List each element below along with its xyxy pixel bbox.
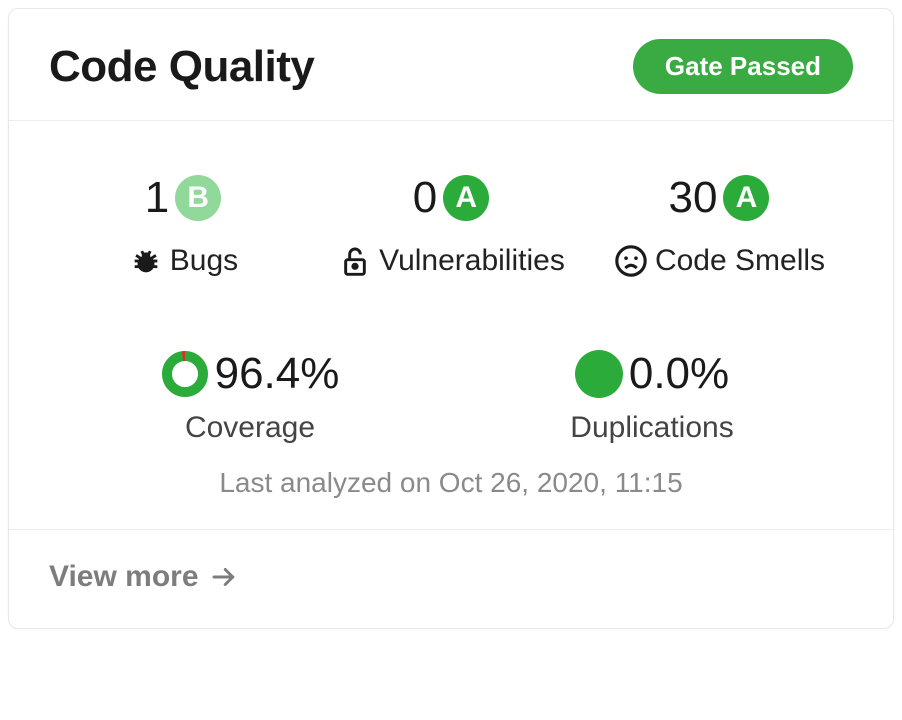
bugs-value: 1 xyxy=(145,173,169,223)
coverage-donut-icon xyxy=(161,350,209,398)
view-more-link[interactable]: View more xyxy=(49,560,239,594)
code-smells-label: Code Smells xyxy=(655,244,825,278)
card-footer: View more xyxy=(9,529,893,628)
code-smells-grade-badge: A xyxy=(723,175,769,221)
duplications-value: 0.0% xyxy=(629,349,729,399)
code-smells-value: 30 xyxy=(669,173,718,223)
metric-code-smells[interactable]: 30 A Code Smells xyxy=(585,171,853,279)
coverage-value: 96.4% xyxy=(215,349,340,399)
arrow-right-icon xyxy=(209,562,239,592)
vulnerabilities-value: 0 xyxy=(413,173,437,223)
coverage-label: Coverage xyxy=(185,411,315,445)
lock-open-icon xyxy=(337,243,373,279)
gate-passed-badge: Gate Passed xyxy=(633,39,853,94)
view-more-label: View more xyxy=(49,560,199,594)
metric-coverage[interactable]: 96.4% Coverage xyxy=(49,349,451,445)
vulnerabilities-grade-badge: A xyxy=(443,175,489,221)
last-analyzed-text: Last analyzed on Oct 26, 2020, 11:15 xyxy=(49,467,853,499)
vulnerabilities-label: Vulnerabilities xyxy=(379,244,565,278)
metric-bugs[interactable]: 1 B xyxy=(49,171,317,279)
duplications-label: Duplications xyxy=(570,411,733,445)
metrics-row-bottom: 96.4% Coverage 0.0% Duplications xyxy=(49,349,853,445)
card-body: 1 B xyxy=(9,121,893,529)
card-title: Code Quality xyxy=(49,42,314,92)
card-header: Code Quality Gate Passed xyxy=(9,9,893,121)
bugs-label: Bugs xyxy=(170,244,238,278)
bug-icon xyxy=(128,243,164,279)
metric-vulnerabilities[interactable]: 0 A Vulnerabilities xyxy=(317,171,585,279)
code-quality-card: Code Quality Gate Passed 1 B xyxy=(8,8,894,629)
metrics-row-top: 1 B xyxy=(49,171,853,279)
frown-icon xyxy=(613,243,649,279)
duplications-circle-icon xyxy=(575,350,623,398)
metric-duplications[interactable]: 0.0% Duplications xyxy=(451,349,853,445)
bugs-grade-badge: B xyxy=(175,175,221,221)
